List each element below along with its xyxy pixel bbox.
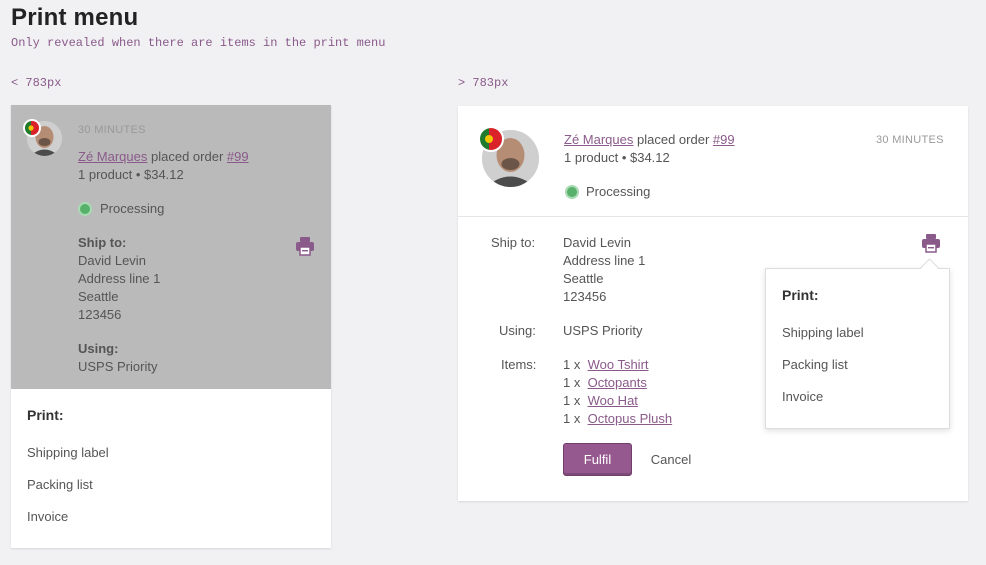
item-qty: 1 x bbox=[563, 411, 581, 426]
order-number-link[interactable]: #99 bbox=[227, 149, 249, 164]
list-item: 1 x Octopants bbox=[563, 375, 647, 390]
ship-zip: 123456 bbox=[78, 307, 122, 322]
order-status: Processing bbox=[100, 201, 165, 216]
order-summary: 1 product • $34.12 bbox=[564, 150, 670, 165]
status-dot-icon bbox=[565, 185, 579, 199]
ship-name: David Levin bbox=[563, 235, 631, 250]
ship-to-label: Ship to: bbox=[78, 235, 127, 250]
customer-link[interactable]: Zé Marques bbox=[564, 132, 633, 147]
card-divider bbox=[458, 216, 968, 217]
breakpoint-small-label: < 783px bbox=[11, 76, 62, 90]
order-card-small: 30 MINUTES Zé Marques placed order #99 1… bbox=[11, 105, 331, 548]
ship-city: Seattle bbox=[563, 271, 604, 286]
order-summary: 1 product • $34.12 bbox=[78, 167, 184, 182]
order-time: 30 MINUTES bbox=[876, 134, 944, 146]
modal-overlay: 30 MINUTES Zé Marques placed order #99 1… bbox=[11, 105, 331, 389]
order-headline: Zé Marques placed order #99 bbox=[564, 132, 735, 147]
item-link[interactable]: Octopus Plush bbox=[588, 411, 673, 426]
printer-icon[interactable] bbox=[294, 235, 316, 257]
ship-name: David Levin bbox=[78, 253, 146, 268]
order-time: 30 MINUTES bbox=[78, 124, 146, 136]
portugal-flag-icon bbox=[23, 119, 41, 137]
using-label: Using: bbox=[499, 323, 536, 338]
items-label: Items: bbox=[501, 357, 537, 372]
shipping-method: USPS Priority bbox=[563, 323, 643, 338]
menu-item-packing-list[interactable]: Packing list bbox=[27, 477, 93, 492]
list-item: 1 x Woo Tshirt bbox=[563, 357, 649, 372]
item-qty: 1 x bbox=[563, 375, 581, 390]
list-item: 1 x Woo Hat bbox=[563, 393, 638, 408]
order-headline: Zé Marques placed order #99 bbox=[78, 149, 249, 164]
item-link[interactable]: Woo Tshirt bbox=[588, 357, 649, 372]
placed-order-text: placed order bbox=[151, 149, 224, 164]
item-qty: 1 x bbox=[563, 357, 581, 372]
printer-icon[interactable] bbox=[920, 232, 942, 254]
list-item: 1 x Octopus Plush bbox=[563, 411, 672, 426]
ship-to-label: Ship to: bbox=[491, 235, 536, 250]
print-menu-title: Print: bbox=[782, 287, 819, 303]
customer-link[interactable]: Zé Marques bbox=[78, 149, 147, 164]
menu-item-packing-list[interactable]: Packing list bbox=[782, 357, 848, 372]
fulfil-button[interactable]: Fulfil bbox=[563, 443, 632, 476]
order-status: Processing bbox=[586, 184, 651, 199]
item-qty: 1 x bbox=[563, 393, 581, 408]
shipping-method: USPS Priority bbox=[78, 359, 158, 374]
ship-city: Seattle bbox=[78, 289, 119, 304]
using-label: Using: bbox=[78, 341, 119, 356]
menu-item-shipping-label[interactable]: Shipping label bbox=[27, 445, 109, 460]
ship-zip: 123456 bbox=[563, 289, 607, 304]
menu-item-shipping-label[interactable]: Shipping label bbox=[782, 325, 864, 340]
print-menu-popover: Print: Shipping label Packing list Invoi… bbox=[765, 268, 950, 429]
ship-address: Address line 1 bbox=[78, 271, 161, 286]
page-title: Print menu bbox=[11, 4, 139, 31]
breakpoint-large-label: > 783px bbox=[458, 76, 509, 90]
print-menu-title: Print: bbox=[27, 407, 64, 423]
item-link[interactable]: Woo Hat bbox=[588, 393, 638, 408]
status-dot-icon bbox=[78, 202, 92, 216]
menu-item-invoice[interactable]: Invoice bbox=[27, 509, 68, 524]
placed-order-text: placed order bbox=[637, 132, 710, 147]
portugal-flag-icon bbox=[478, 126, 504, 152]
page-note: Only revealed when there are items in th… bbox=[11, 36, 386, 50]
order-number-link[interactable]: #99 bbox=[713, 132, 735, 147]
item-link[interactable]: Octopants bbox=[588, 375, 647, 390]
menu-item-invoice[interactable]: Invoice bbox=[782, 389, 823, 404]
ship-address: Address line 1 bbox=[563, 253, 646, 268]
cancel-button[interactable]: Cancel bbox=[642, 443, 700, 476]
